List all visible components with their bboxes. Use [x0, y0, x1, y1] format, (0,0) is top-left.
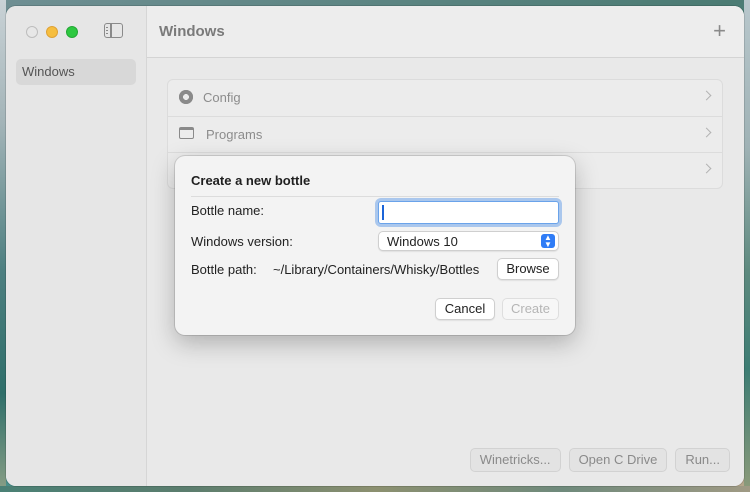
bottle-path-value: ~/Library/Containers/Whisky/Bottles — [273, 262, 480, 277]
windows-version-label: Windows version: — [191, 234, 293, 249]
chevron-right-icon — [701, 127, 712, 138]
list-item-programs[interactable]: Programs — [168, 116, 722, 152]
desktop-background-right — [744, 0, 750, 492]
bottle-name-input[interactable] — [378, 201, 559, 224]
gear-icon — [179, 90, 193, 104]
page-title: Windows — [159, 23, 225, 40]
create-button[interactable]: Create — [502, 298, 559, 320]
toolbar: Windows + — [147, 6, 744, 58]
winetricks-button[interactable]: Winetricks... — [469, 448, 561, 472]
bottom-actions: Winetricks... Open C Drive Run... — [469, 448, 730, 472]
divider — [191, 196, 559, 197]
close-window-button[interactable] — [26, 26, 38, 38]
bottle-path-label: Bottle path: — [191, 262, 257, 277]
sidebar-item-windows[interactable]: Windows — [16, 59, 136, 85]
windows-version-value: Windows 10 — [387, 234, 458, 249]
sidebar-item-label: Windows — [22, 64, 75, 79]
desktop-background-bottom — [0, 486, 750, 492]
text-cursor — [382, 205, 384, 220]
maximize-window-button[interactable] — [66, 26, 78, 38]
sidebar-toggle-icon[interactable] — [104, 23, 123, 38]
chevron-up-down-icon: ▲ ▼ — [541, 234, 555, 249]
open-c-drive-button[interactable]: Open C Drive — [568, 448, 668, 472]
minimize-window-button[interactable] — [46, 26, 58, 38]
bottle-name-label: Bottle name: — [191, 203, 264, 218]
add-bottle-button[interactable]: + — [713, 18, 726, 44]
chevron-right-icon — [701, 163, 712, 174]
chevron-right-icon — [701, 90, 712, 101]
window-icon — [179, 127, 194, 139]
window-controls — [26, 26, 78, 38]
list-item-label: Programs — [206, 127, 263, 142]
windows-version-select[interactable]: Windows 10 ▲ ▼ — [378, 231, 559, 251]
sidebar: Windows — [6, 6, 147, 486]
dialog-title: Create a new bottle — [191, 173, 311, 188]
cancel-button[interactable]: Cancel — [435, 298, 495, 320]
list-item-label: Config — [203, 90, 241, 105]
create-bottle-dialog: Create a new bottle Bottle name: Windows… — [175, 156, 575, 335]
browse-button[interactable]: Browse — [497, 258, 559, 280]
run-button[interactable]: Run... — [675, 448, 730, 472]
list-item-config[interactable]: Config — [168, 80, 722, 116]
